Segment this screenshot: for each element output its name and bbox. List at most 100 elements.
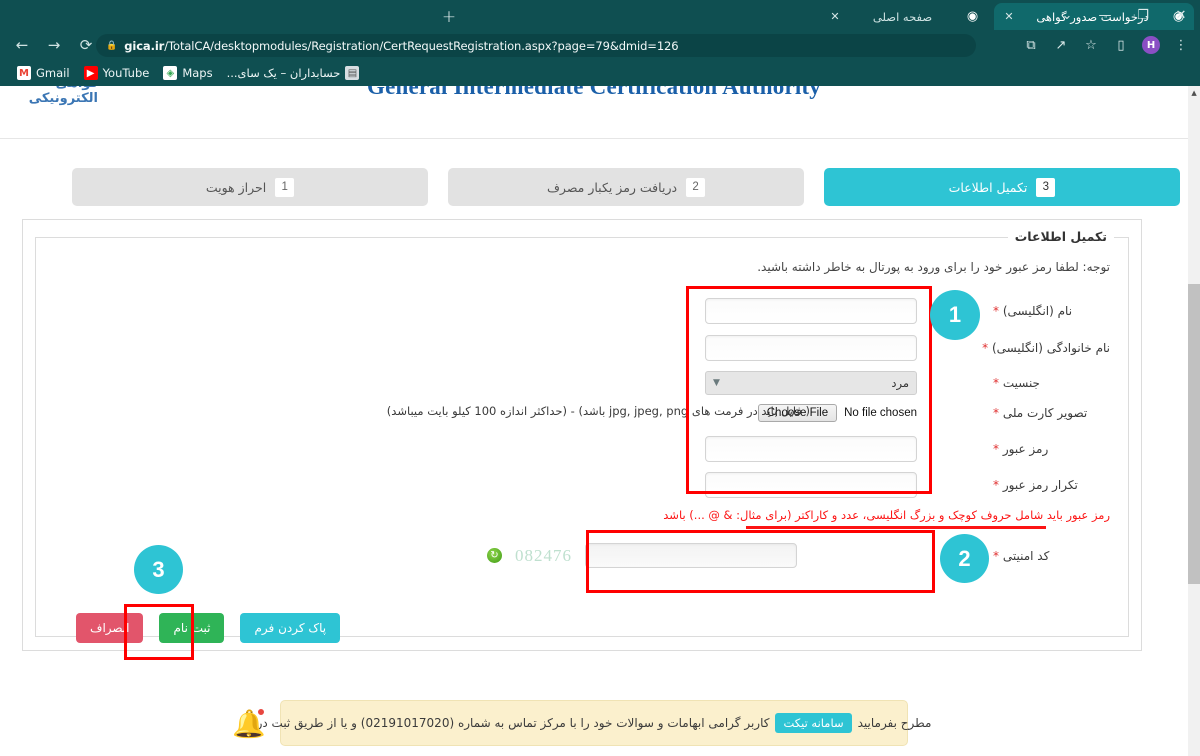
wizard-steps: 3 تکمیل اطلاعات 2 دریافت رمز یکبار مصرف … [12,168,1180,208]
globe-icon: ◉ [966,9,979,24]
menu-icon[interactable]: ⋮ [1168,32,1194,58]
browser-window: ◉ درخواست صدور گواهی ✕ ◉ صفحه اصلی ✕ + ⌄… [0,0,1200,756]
tab-title: صفحه اصلی [872,9,933,24]
field-label-text: جنسیت [1002,376,1040,390]
close-icon[interactable]: ✕ [828,10,842,24]
window-controls: ⌄ — ❐ ✕ [1048,0,1200,30]
clear-form-button[interactable]: پاک کردن فرم [240,613,341,643]
url-text: gica.ir/TotalCA/desktopmodules/Registrat… [124,39,678,53]
fieldset-legend: تکمیل اطلاعات [1007,229,1114,244]
form-notice: توجه: لطفا رمز عبور خود را برای ورود به … [757,260,1110,274]
cancel-button[interactable]: انصراف [76,613,144,643]
password-rule-hint: رمز عبور باید شامل حروف کوچک و بزرگ انگل… [663,508,1110,522]
field-label-text: رمز عبور [1002,442,1049,456]
bookmark-gmail[interactable]: M Gmail [10,63,77,83]
password-repeat-control [705,472,917,498]
browser-toolbar: ← → ⟳ 🔒 gica.ir/TotalCA/desktopmodules/R… [0,30,1200,60]
browser-chrome: ◉ درخواست صدور گواهی ✕ ◉ صفحه اصلی ✕ + ⌄… [0,0,1200,86]
close-icon[interactable]: ✕ [1002,10,1016,24]
gmail-icon: M [17,66,31,80]
step-tab-2[interactable]: 2 دریافت رمز یکبار مصرف [448,168,804,206]
address-bar[interactable]: 🔒 gica.ir/TotalCA/desktopmodules/Registr… [96,34,976,57]
label-captcha: کد امنیتی * [985,549,1110,563]
site-logo: گواهی الکترونیکی [28,86,98,106]
header-divider [0,138,1188,139]
annotation-marker-3: 3 [134,545,183,594]
url-host: gica.ir [124,38,165,53]
captcha-input[interactable] [585,543,797,568]
required-asterisk: * [993,548,999,563]
lastname-input[interactable] [705,335,917,361]
ticket-system-button[interactable]: سامانه تیکت [775,713,852,733]
submit-button[interactable]: ثبت نام [159,613,225,643]
gender-control: مرد ▼ [705,371,917,395]
label-idcard: تصویر کارت ملی * [985,406,1110,420]
sidebar-icon[interactable]: ▯ [1108,32,1134,58]
gender-selected-value: مرد [891,376,909,390]
bell-icon[interactable]: 🔔 [229,704,269,744]
bookmark-accountants[interactable]: ▤ حسابداران – یک سای... [220,63,367,83]
lastname-control [705,335,917,361]
url-path: /TotalCA/desktopmodules/Registration/Cer… [164,38,679,53]
field-label-text: تکرار رمز عبور [1002,478,1078,492]
bookmark-star-icon[interactable]: ☆ [1078,32,1104,58]
maps-icon: ◈ [163,66,178,80]
password-hint-underline [746,526,1046,529]
required-asterisk: * [993,442,999,456]
field-label-text: تصویر کارت ملی [1002,406,1088,420]
support-text-before: کاربر گرامی ابهامات و سوالات خود را با م… [256,716,770,730]
form-row-idcard: تصویر کارت ملی * Choose File No file cho… [50,404,1110,422]
toolbar-actions: ⧉ ↗ ☆ ▯ H ⋮ [1016,32,1196,58]
scroll-up-icon[interactable]: ▲ [1188,87,1200,99]
youtube-icon: ▶ [83,66,98,80]
step-number: 2 [686,177,706,197]
label-password-repeat: تکرار رمز عبور * [985,478,1110,492]
password-repeat-input[interactable] [705,472,917,498]
step-tab-1[interactable]: 1 احراز هویت [72,168,428,206]
step-tab-3[interactable]: 3 تکمیل اطلاعات [824,168,1180,206]
share-icon[interactable]: ↗ [1048,32,1074,58]
captcha-code: 082476 [515,545,572,565]
new-tab-button[interactable]: + [438,6,460,28]
close-window-button[interactable]: ✕ [1162,0,1200,30]
chevron-down-icon: ▼ [713,378,720,388]
back-icon[interactable]: ← [8,31,36,59]
label-gender: جنسیت * [985,376,1110,390]
lock-icon: 🔒 [106,40,118,51]
label-lastname: نام خانوادگی (انگلیسی) * [982,341,1110,355]
scrollbar-thumb[interactable] [1188,284,1200,584]
password-input[interactable] [705,436,917,462]
required-asterisk: * [993,478,999,492]
bookmarks-bar: M Gmail ▶ YouTube ◈ Maps ▤ حسابداران – ی… [0,60,1200,86]
maximize-button[interactable]: ❐ [1124,0,1162,30]
bookmark-label: حسابداران – یک سای... [226,66,341,80]
profile-avatar[interactable]: H [1138,32,1164,58]
step-label: تکمیل اطلاعات [948,179,1028,195]
refresh-icon[interactable]: ↻ [487,548,502,563]
step-label: دریافت رمز یکبار مصرف [546,179,678,195]
minimize-button[interactable]: — [1086,0,1124,30]
bookmark-youtube[interactable]: ▶ YouTube [77,63,157,83]
support-notice-bar: مطرح بفرمایید سامانه تیکت کاربر گرامی اب… [232,700,931,746]
form-row-gender: جنسیت * مرد ▼ [50,371,1110,395]
step-label: احراز هویت [205,179,267,195]
annotation-marker-2: 2 [940,534,989,583]
label-firstname: نام (انگلیسی) * [985,304,1110,318]
required-asterisk: * [982,341,989,355]
gender-select[interactable]: مرد ▼ [705,371,917,395]
notification-dot [257,708,265,716]
required-asterisk: * [993,376,999,390]
field-label-text: نام (انگلیسی) [1002,304,1073,318]
label-password: رمز عبور * [985,442,1110,456]
vertical-scrollbar[interactable]: ▲ [1188,86,1200,756]
forward-icon[interactable]: → [40,31,68,59]
step-number: 1 [275,177,295,197]
translate-icon[interactable]: ⧉ [1018,32,1044,58]
field-label-text: کد امنیتی [1002,548,1050,563]
step-number: 3 [1036,177,1056,197]
browser-tab-inactive[interactable]: ◉ صفحه اصلی ✕ [820,3,988,30]
tab-search-icon[interactable]: ⌄ [1048,0,1086,30]
tab-strip: ◉ درخواست صدور گواهی ✕ ◉ صفحه اصلی ✕ + ⌄… [0,0,1200,30]
bookmark-maps[interactable]: ◈ Maps [156,63,219,83]
firstname-input[interactable] [705,298,917,324]
